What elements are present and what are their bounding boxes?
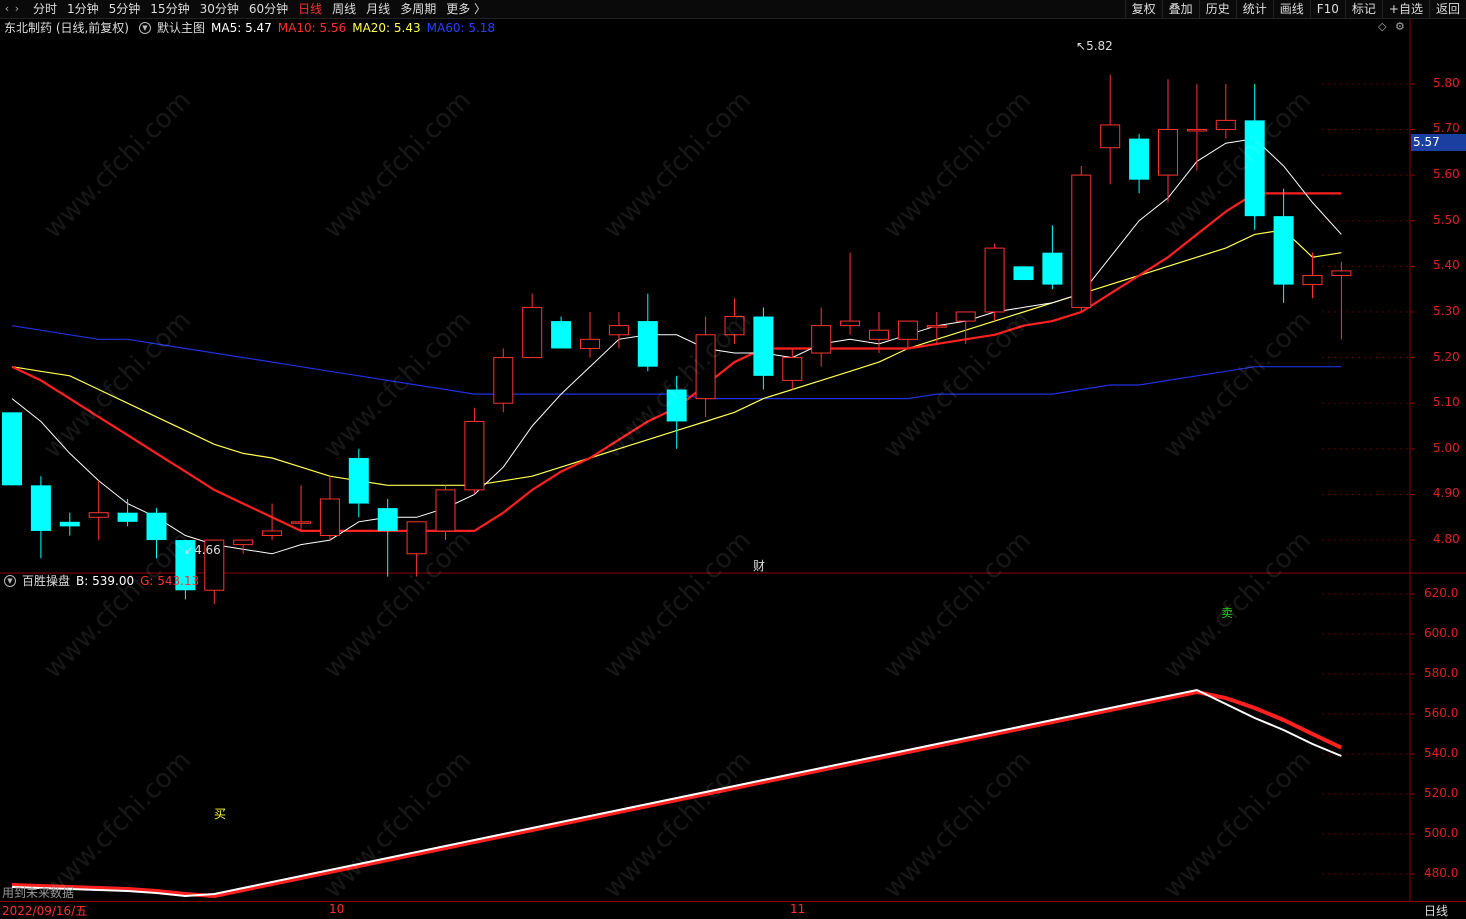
ma5-line — [11, 138, 1342, 555]
candle-body-up — [811, 325, 832, 354]
ma60-value: MA60: 5.18 — [426, 21, 496, 35]
high-price-label: ↖5.82 — [1076, 39, 1113, 53]
indicator-b-value: B: 539.00 — [76, 574, 135, 588]
candle-body-down — [551, 321, 572, 349]
candle-body-up — [782, 357, 803, 381]
ma-lines — [11, 138, 1342, 555]
indicator-tick-label: 480.0 — [1424, 866, 1459, 880]
candle-body-down — [1129, 138, 1150, 180]
price-tick-label: 5.40 — [1433, 258, 1460, 273]
x-label-nov: 11 — [790, 902, 806, 916]
candle-body-up — [1302, 274, 1323, 286]
indicator-settings-icon[interactable]: ▼ — [4, 575, 16, 587]
candle-body-down — [1273, 216, 1294, 285]
indicator-tick-label: 600.0 — [1424, 626, 1459, 640]
candle-body-down — [377, 508, 398, 531]
candle-body-up — [897, 320, 918, 340]
price-tick-label: 5.10 — [1433, 395, 1460, 410]
stock-title: 东北制药 (日线,前复权) — [4, 21, 129, 35]
diamond-icon[interactable]: ◇ — [1378, 20, 1386, 33]
buy-signal-marker: 买 — [214, 807, 227, 821]
current-price-tag: 5.57 — [1411, 134, 1466, 151]
indicator-g-value: G: 543.13 — [140, 574, 200, 588]
candle-body-up — [869, 329, 889, 340]
candle-body-up — [984, 247, 1005, 313]
ma10-value: MA10: 5.56 — [277, 21, 347, 35]
price-tick-label: 5.00 — [1433, 440, 1460, 455]
price-tick-label: 5.50 — [1433, 212, 1460, 227]
candle-body-up — [580, 338, 600, 349]
candle-body-up — [435, 489, 456, 532]
indicator-tick-label: 520.0 — [1424, 786, 1459, 800]
candle-body-up — [88, 512, 109, 518]
candle-body-down — [637, 321, 658, 367]
candle-body-down — [1042, 252, 1063, 285]
sell-signal-marker: 卖 — [1221, 606, 1234, 620]
candle-body-up — [926, 325, 947, 328]
candle-body-up — [319, 498, 340, 537]
indicator-lines — [11, 688, 1343, 899]
candle-body-up — [1158, 128, 1178, 176]
gear-icon[interactable]: ⚙ — [1395, 20, 1405, 33]
indicator-tick-label: 620.0 — [1424, 586, 1459, 600]
finance-event-marker[interactable]: 财 — [753, 557, 765, 574]
indicator-tick-label: 540.0 — [1424, 746, 1459, 760]
candle-body-down — [59, 521, 80, 527]
candle-body-up — [464, 420, 485, 491]
ma5-value: MA5: 5.47 — [211, 21, 272, 35]
indicator-b-line — [11, 688, 1342, 898]
candle-body-up — [262, 530, 283, 537]
main-info-line: 东北制药 (日线,前复权) ▼ 默认主图 MA5: 5.47 MA10: 5.5… — [0, 19, 501, 37]
price-tick-label: 4.90 — [1433, 486, 1460, 501]
price-tick-label: 5.60 — [1433, 167, 1460, 182]
sub-info-line: ▼ 百胜操盘 B: 539.00 G: 543.13 — [0, 572, 205, 590]
candle-body-down — [1013, 266, 1034, 281]
candle-body-up — [608, 325, 629, 336]
ma10-line — [11, 192, 1342, 533]
x-label-date: 2022/09/16/五 — [2, 904, 88, 918]
indicator-tick-label: 500.0 — [1424, 826, 1459, 840]
candle-body-up — [233, 539, 254, 546]
template-settings-icon[interactable]: ▼ — [139, 22, 151, 34]
price-tick-label: 4.80 — [1433, 532, 1460, 547]
candle-body-up — [406, 521, 427, 555]
price-tick-label: 5.30 — [1433, 303, 1460, 318]
price-tick-label: 5.80 — [1433, 75, 1460, 90]
indicator-tick-label: 580.0 — [1424, 666, 1459, 680]
price-tick-label: 5.20 — [1433, 349, 1460, 364]
ma20-value: MA20: 5.43 — [352, 21, 421, 35]
candle-body-up — [522, 306, 543, 359]
candle-body-up — [291, 521, 311, 524]
candle-body-up — [493, 357, 514, 404]
candle-body-up — [1215, 119, 1236, 130]
candle-body-down — [348, 457, 369, 504]
candle-body-up — [1071, 174, 1092, 308]
indicator-name[interactable]: 百胜操盘 — [22, 572, 70, 590]
indicator-g-line — [11, 689, 1343, 899]
candle-body-down — [117, 512, 138, 522]
candle-body-up — [1186, 128, 1207, 132]
candle-body-down — [30, 485, 51, 531]
template-name[interactable]: 默认主图 — [157, 19, 205, 37]
high-price-value: 5.82 — [1086, 39, 1113, 53]
low-price-label: ↙4.66 — [184, 543, 221, 557]
candle-body-up — [1100, 124, 1121, 149]
low-price-value: 4.66 — [194, 543, 221, 557]
indicator-tick-label: 560.0 — [1424, 706, 1459, 720]
candle-body-down — [2, 412, 22, 486]
candle-body-up — [1331, 270, 1352, 276]
future-data-note: 用到未来数据 — [2, 886, 75, 900]
period-label: 日线 — [1424, 904, 1449, 918]
candle-body-up — [840, 320, 861, 327]
x-label-oct: 10 — [329, 902, 345, 916]
x-axis-bar — [0, 901, 1466, 917]
candle-body-up — [955, 311, 976, 322]
